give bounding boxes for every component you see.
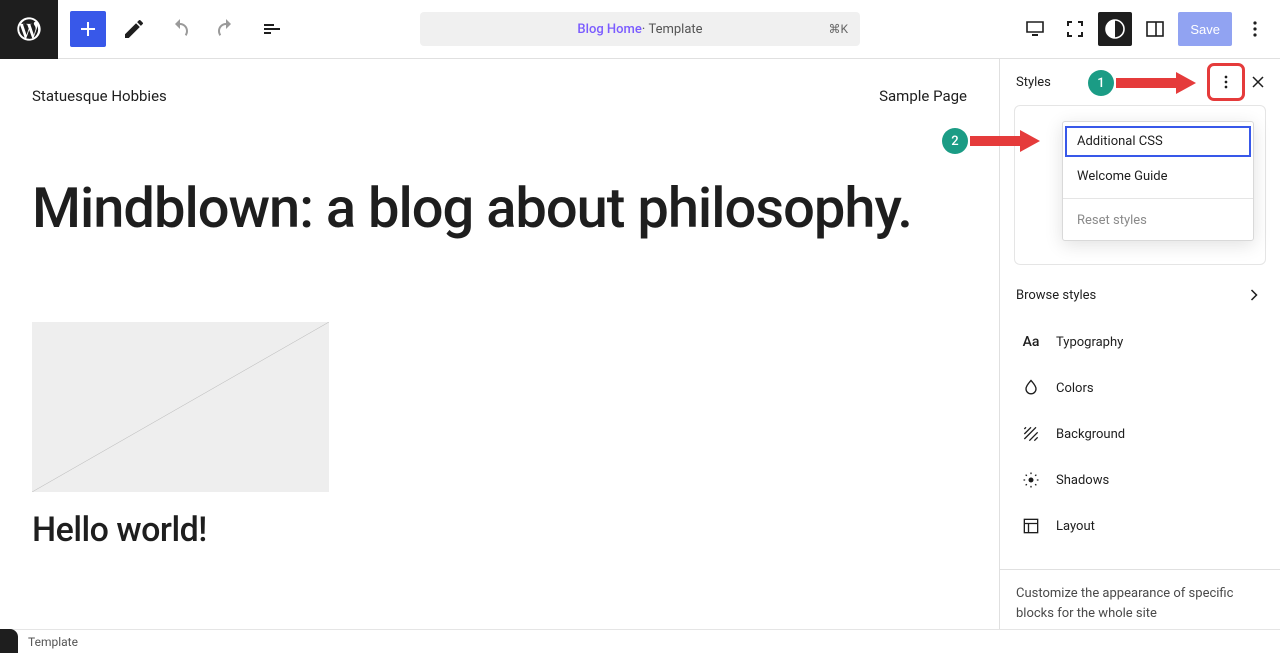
- styles-item-layout[interactable]: Layout: [1000, 503, 1280, 549]
- command-bar-page: Blog Home: [577, 22, 641, 37]
- add-block-button[interactable]: [70, 11, 106, 47]
- close-icon: [1248, 72, 1268, 92]
- styles-item-label: Shadows: [1056, 473, 1109, 488]
- redo-button[interactable]: [208, 11, 244, 47]
- options-button[interactable]: [1238, 12, 1272, 46]
- wordpress-logo[interactable]: [0, 0, 58, 59]
- styles-item-shadows[interactable]: Shadows: [1000, 457, 1280, 503]
- menu-item-reset-styles[interactable]: Reset styles: [1063, 203, 1253, 238]
- shadows-icon: [1020, 469, 1042, 491]
- bottom-left-corner: [0, 629, 18, 653]
- drop-icon: [1020, 377, 1042, 399]
- styles-sidebar: Styles Additional CSS Welcome Guide Rese…: [1000, 59, 1280, 629]
- view-desktop-button[interactable]: [1018, 12, 1052, 46]
- tools-button[interactable]: [116, 11, 152, 47]
- breadcrumb-bar: Template: [0, 629, 1280, 653]
- desktop-icon: [1023, 17, 1047, 41]
- site-title[interactable]: Statuesque Hobbies: [32, 87, 167, 105]
- browse-styles-label: Browse styles: [1016, 288, 1096, 303]
- toolbar-right-group: Save: [1018, 12, 1280, 46]
- annotation-badge-2: 2: [942, 128, 968, 154]
- fullscreen-icon: [1063, 17, 1087, 41]
- annotation-badge-1: 1: [1088, 70, 1114, 96]
- document-overview-button[interactable]: [254, 11, 290, 47]
- site-header: Statuesque Hobbies Sample Page: [32, 83, 967, 135]
- styles-item-typography[interactable]: Aa Typography: [1000, 319, 1280, 365]
- styles-item-background[interactable]: Background: [1000, 411, 1280, 457]
- wordpress-icon: [15, 15, 43, 43]
- menu-item-welcome-guide[interactable]: Welcome Guide: [1063, 159, 1253, 194]
- featured-image-placeholder[interactable]: [32, 322, 329, 492]
- contrast-icon: [1103, 17, 1127, 41]
- undo-button[interactable]: [162, 11, 198, 47]
- close-sidebar-button[interactable]: [1242, 66, 1274, 98]
- layout-icon: [1020, 515, 1042, 537]
- styles-item-colors[interactable]: Colors: [1000, 365, 1280, 411]
- sidebar-title: Styles: [1016, 75, 1051, 90]
- sidebar-footer-text: Customize the appearance of specific blo…: [1000, 570, 1280, 637]
- browse-styles-row[interactable]: Browse styles: [1000, 271, 1280, 319]
- background-icon: [1020, 423, 1042, 445]
- menu-separator: [1063, 198, 1253, 199]
- settings-sidebar-button[interactable]: [1138, 12, 1172, 46]
- list-icon: [260, 17, 284, 41]
- undo-icon: [168, 17, 192, 41]
- sidebar-icon: [1143, 17, 1167, 41]
- top-toolbar: Blog Home Template ⌘K Save: [0, 0, 1280, 59]
- post-title[interactable]: Hello world!: [32, 510, 967, 550]
- styles-item-label: Layout: [1056, 519, 1095, 534]
- workspace: Statuesque Hobbies Sample Page Mindblown…: [0, 59, 1280, 629]
- toolbar-left-group: [58, 11, 290, 47]
- typography-icon: Aa: [1020, 331, 1042, 353]
- more-vertical-icon: [1243, 17, 1267, 41]
- editor-canvas[interactable]: Statuesque Hobbies Sample Page Mindblown…: [0, 59, 1000, 629]
- styles-more-menu: Additional CSS Welcome Guide Reset style…: [1062, 121, 1254, 241]
- styles-button[interactable]: [1098, 12, 1132, 46]
- breadcrumb[interactable]: Template: [28, 635, 78, 649]
- hero-heading[interactable]: Mindblown: a blog about philosophy.: [32, 175, 967, 242]
- plus-icon: [76, 17, 100, 41]
- redo-icon: [214, 17, 238, 41]
- menu-item-additional-css[interactable]: Additional CSS: [1063, 124, 1253, 159]
- styles-more-menu-button[interactable]: [1210, 66, 1242, 98]
- shortcut-hint: ⌘K: [828, 22, 848, 36]
- command-bar-kind: Template: [648, 22, 702, 37]
- command-bar-sep: [642, 22, 645, 37]
- fullscreen-button[interactable]: [1058, 12, 1092, 46]
- more-vertical-icon: [1216, 72, 1236, 92]
- chevron-right-icon: [1244, 285, 1264, 305]
- pencil-icon: [122, 17, 146, 41]
- styles-item-label: Colors: [1056, 381, 1094, 396]
- command-bar[interactable]: Blog Home Template ⌘K: [420, 12, 860, 46]
- styles-item-label: Typography: [1056, 335, 1123, 350]
- nav-link-sample-page[interactable]: Sample Page: [879, 87, 967, 105]
- styles-item-label: Background: [1056, 427, 1125, 442]
- save-button[interactable]: Save: [1178, 12, 1232, 46]
